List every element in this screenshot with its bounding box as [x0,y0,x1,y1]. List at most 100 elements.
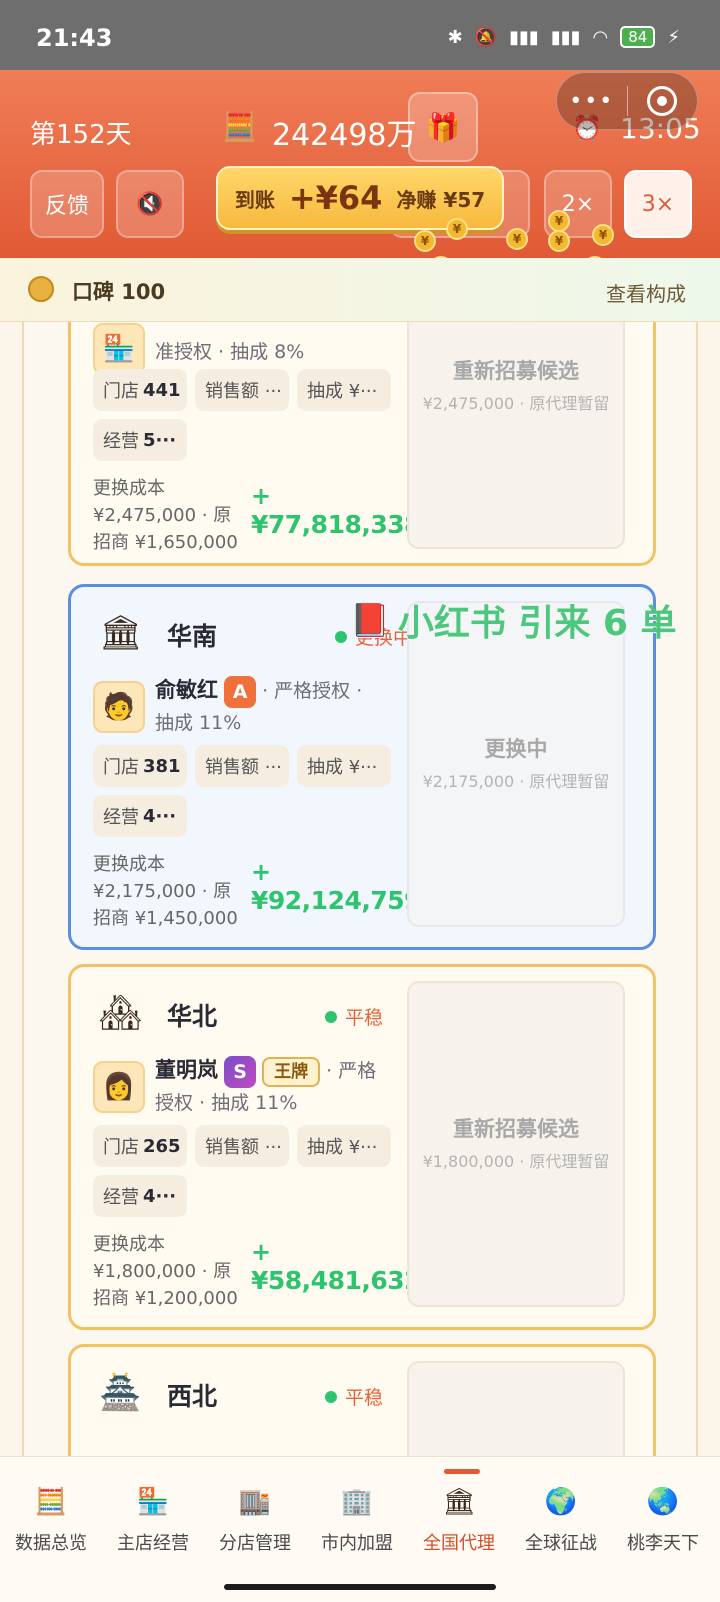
recruit-candidate-button[interactable]: 重新招募候选 ¥2,475,000 · 原代理暂留 [407,322,625,549]
agent-card-north-china[interactable]: 🏘 华北 平稳 👩 董明岚 S 王牌 · 严格授权 · 抽成 11% 门店 265… [68,964,656,1330]
wifi-icon: ◠ [592,26,609,48]
profit-value: + ¥58,481,632 [251,1238,422,1295]
manager-info: 准授权 · 抽成 8% [155,341,305,363]
close-miniprogram-button[interactable] [628,86,698,116]
speed-3x-button[interactable]: 3× [624,170,692,238]
agent-card[interactable]: 🏪 准授权 · 抽成 8% 门店 441 销售额 ··· 抽成 ¥··· 经营 5·… [68,322,656,566]
active-tab-indicator [444,1469,480,1474]
stat-sales: 销售额 ··· [195,745,289,787]
grade-badge: A [224,675,257,708]
money-total: 242498万 [272,118,417,153]
grade-badge: S [224,1055,257,1088]
book-icon: 📕 [350,601,390,639]
nav-data-overview[interactable]: 🧮 数据总览 [0,1487,102,1555]
store-avatar: 🏪 [93,323,145,375]
sound-toggle-button[interactable]: 🔇 [116,170,184,238]
reputation-bar: 口碑 100 查看构成 [0,258,720,322]
region-name: 西北 [167,1382,218,1411]
status-bar: 21:43 ✱ 🔕 ▮▮▮ ▮▮▮ ◠ 84 ⚡ [0,0,720,70]
nav-city-franchise[interactable]: 🏢 市内加盟 [306,1487,408,1555]
status-badge: 平稳 [325,1383,383,1410]
cash-register-icon: 🧮 [34,1487,68,1517]
region-building-icon: 🏯 [99,1373,142,1413]
status-dot [335,630,347,643]
cash-register-icon: 🧮 [222,110,257,143]
manager-avatar: 🧑 [93,681,145,733]
day-counter: 第152天 [30,120,132,150]
region-name: 华南 [167,622,218,651]
status-badge: 平稳 [325,1003,383,1030]
region-building-icon: 🏘 [99,993,143,1033]
speaker-muted-icon: 🔇 [136,191,164,217]
mute-bell-icon: 🔕 [474,26,498,48]
stat-commission: 抽成 ¥··· [297,1125,391,1167]
profit-value: + ¥77,818,338 [251,482,422,539]
bottom-navigation: 🧮 数据总览 🏪 主店经营 🏬 分店管理 🏢 市内加盟 🏛 全国代理 🌍 全球征… [0,1456,720,1602]
agent-card-northwest[interactable]: 🏯 西北 平稳 [68,1344,656,1456]
stat-sales: 销售额 ··· [195,369,289,411]
stat-operations: 经营 4··· [93,1175,187,1217]
feedback-button[interactable]: 反馈 [30,170,104,238]
nav-taoli-tianxia[interactable]: 🌏 桃李天下 [612,1487,714,1555]
target-icon [647,86,678,116]
national-agent-icon: 🏛 [442,1487,476,1517]
coin-icon: ¥ [414,230,436,252]
region-building-icon: 🏛 [99,613,143,653]
manager-info: 董明岚 S 王牌 · 严格授权 · 抽成 11% [155,1055,387,1118]
coin-icon: ¥ [446,218,468,240]
status-dot [325,1390,337,1403]
notification-text: 小红书 引来 6 单 [397,603,677,644]
replacing-status-panel: 更换中 ¥2,175,000 · 原代理暂留 [407,601,625,927]
status-time: 21:43 [36,24,113,52]
bluetooth-icon: ✱ [447,26,463,48]
income-label: 到账 [234,187,275,212]
mini-program-capsule: ••• [556,72,698,130]
nav-national-agent[interactable]: 🏛 全国代理 [408,1487,510,1555]
profit-value: + ¥92,124,759 [251,858,422,915]
stat-stores: 门店 381 [93,745,187,787]
replace-cost: 更换成本 ¥1,800,000 · 原招商 ¥1,200,000 [93,1234,238,1309]
stat-sales: 销售额 ··· [195,1125,289,1167]
replace-cost: 更换成本 ¥2,475,000 · 原招商 ¥1,650,000 [93,478,238,553]
ace-tag: 王牌 [262,1056,321,1087]
coin-icon: ¥ [548,230,570,252]
stat-stores: 门店 441 [93,369,187,411]
agent-list-panel[interactable]: 🏪 准授权 · 抽成 8% 门店 441 销售额 ··· 抽成 ¥··· 经营 5·… [22,322,698,1456]
more-menu-button[interactable]: ••• [557,89,627,114]
globe-stand-icon: 🌏 [646,1487,680,1517]
reputation-value: 口碑 100 [72,280,166,304]
nav-global-conquest[interactable]: 🌍 全球征战 [510,1487,612,1555]
region-name: 华北 [167,1002,218,1031]
gift-box-button[interactable]: 🎁 [408,92,478,162]
manager-avatar: 👩 [93,1061,145,1113]
net-profit: 净赚 ¥57 [396,187,486,212]
globe-icon: 🌍 [544,1487,578,1517]
game-header: 第152天 🧮 242498万 🎁 ⏰ 13:05 ••• 反馈 🔇 2× 3×… [0,70,720,278]
medal-icon [28,276,54,302]
coin-icon: ¥ [592,224,614,246]
signal2-icon: ▮▮▮ [550,26,581,48]
stat-commission: 抽成 ¥··· [297,745,391,787]
recruit-candidate-button[interactable]: 重新招募候选 ¥1,800,000 · 原代理暂留 [407,981,625,1307]
gift-icon: 🎁 [425,110,461,144]
nav-main-store[interactable]: 🏪 主店经营 [102,1487,204,1555]
stat-commission: 抽成 ¥··· [297,369,391,411]
manager-info: 俞敏红 A · 严格授权 · 抽成 11% [155,675,387,738]
status-dot [325,1010,337,1023]
status-icons: ✱ 🔕 ▮▮▮ ▮▮▮ ◠ 84 ⚡ [448,26,680,48]
view-composition-link[interactable]: 查看构成 [606,278,686,307]
battery-icon: 84 [620,26,656,48]
shop-icon: 🏪 [136,1487,170,1517]
recruit-candidate-button[interactable] [407,1361,625,1456]
signal-icon: ▮▮▮ [509,26,539,48]
coin-icon: ¥ [506,228,528,250]
income-amount: +¥64 [288,179,383,217]
replace-cost: 更换成本 ¥2,175,000 · 原招商 ¥1,450,000 [93,854,238,929]
stat-operations: 经营 5··· [93,419,187,461]
branch-store-icon: 🏬 [238,1487,272,1517]
stat-stores: 门店 265 [93,1125,187,1167]
charging-icon: ⚡ [667,26,680,48]
city-franchise-icon: 🏢 [340,1487,374,1517]
nav-branch-management[interactable]: 🏬 分店管理 [204,1487,306,1555]
manager-name: 俞敏红 [155,678,218,702]
